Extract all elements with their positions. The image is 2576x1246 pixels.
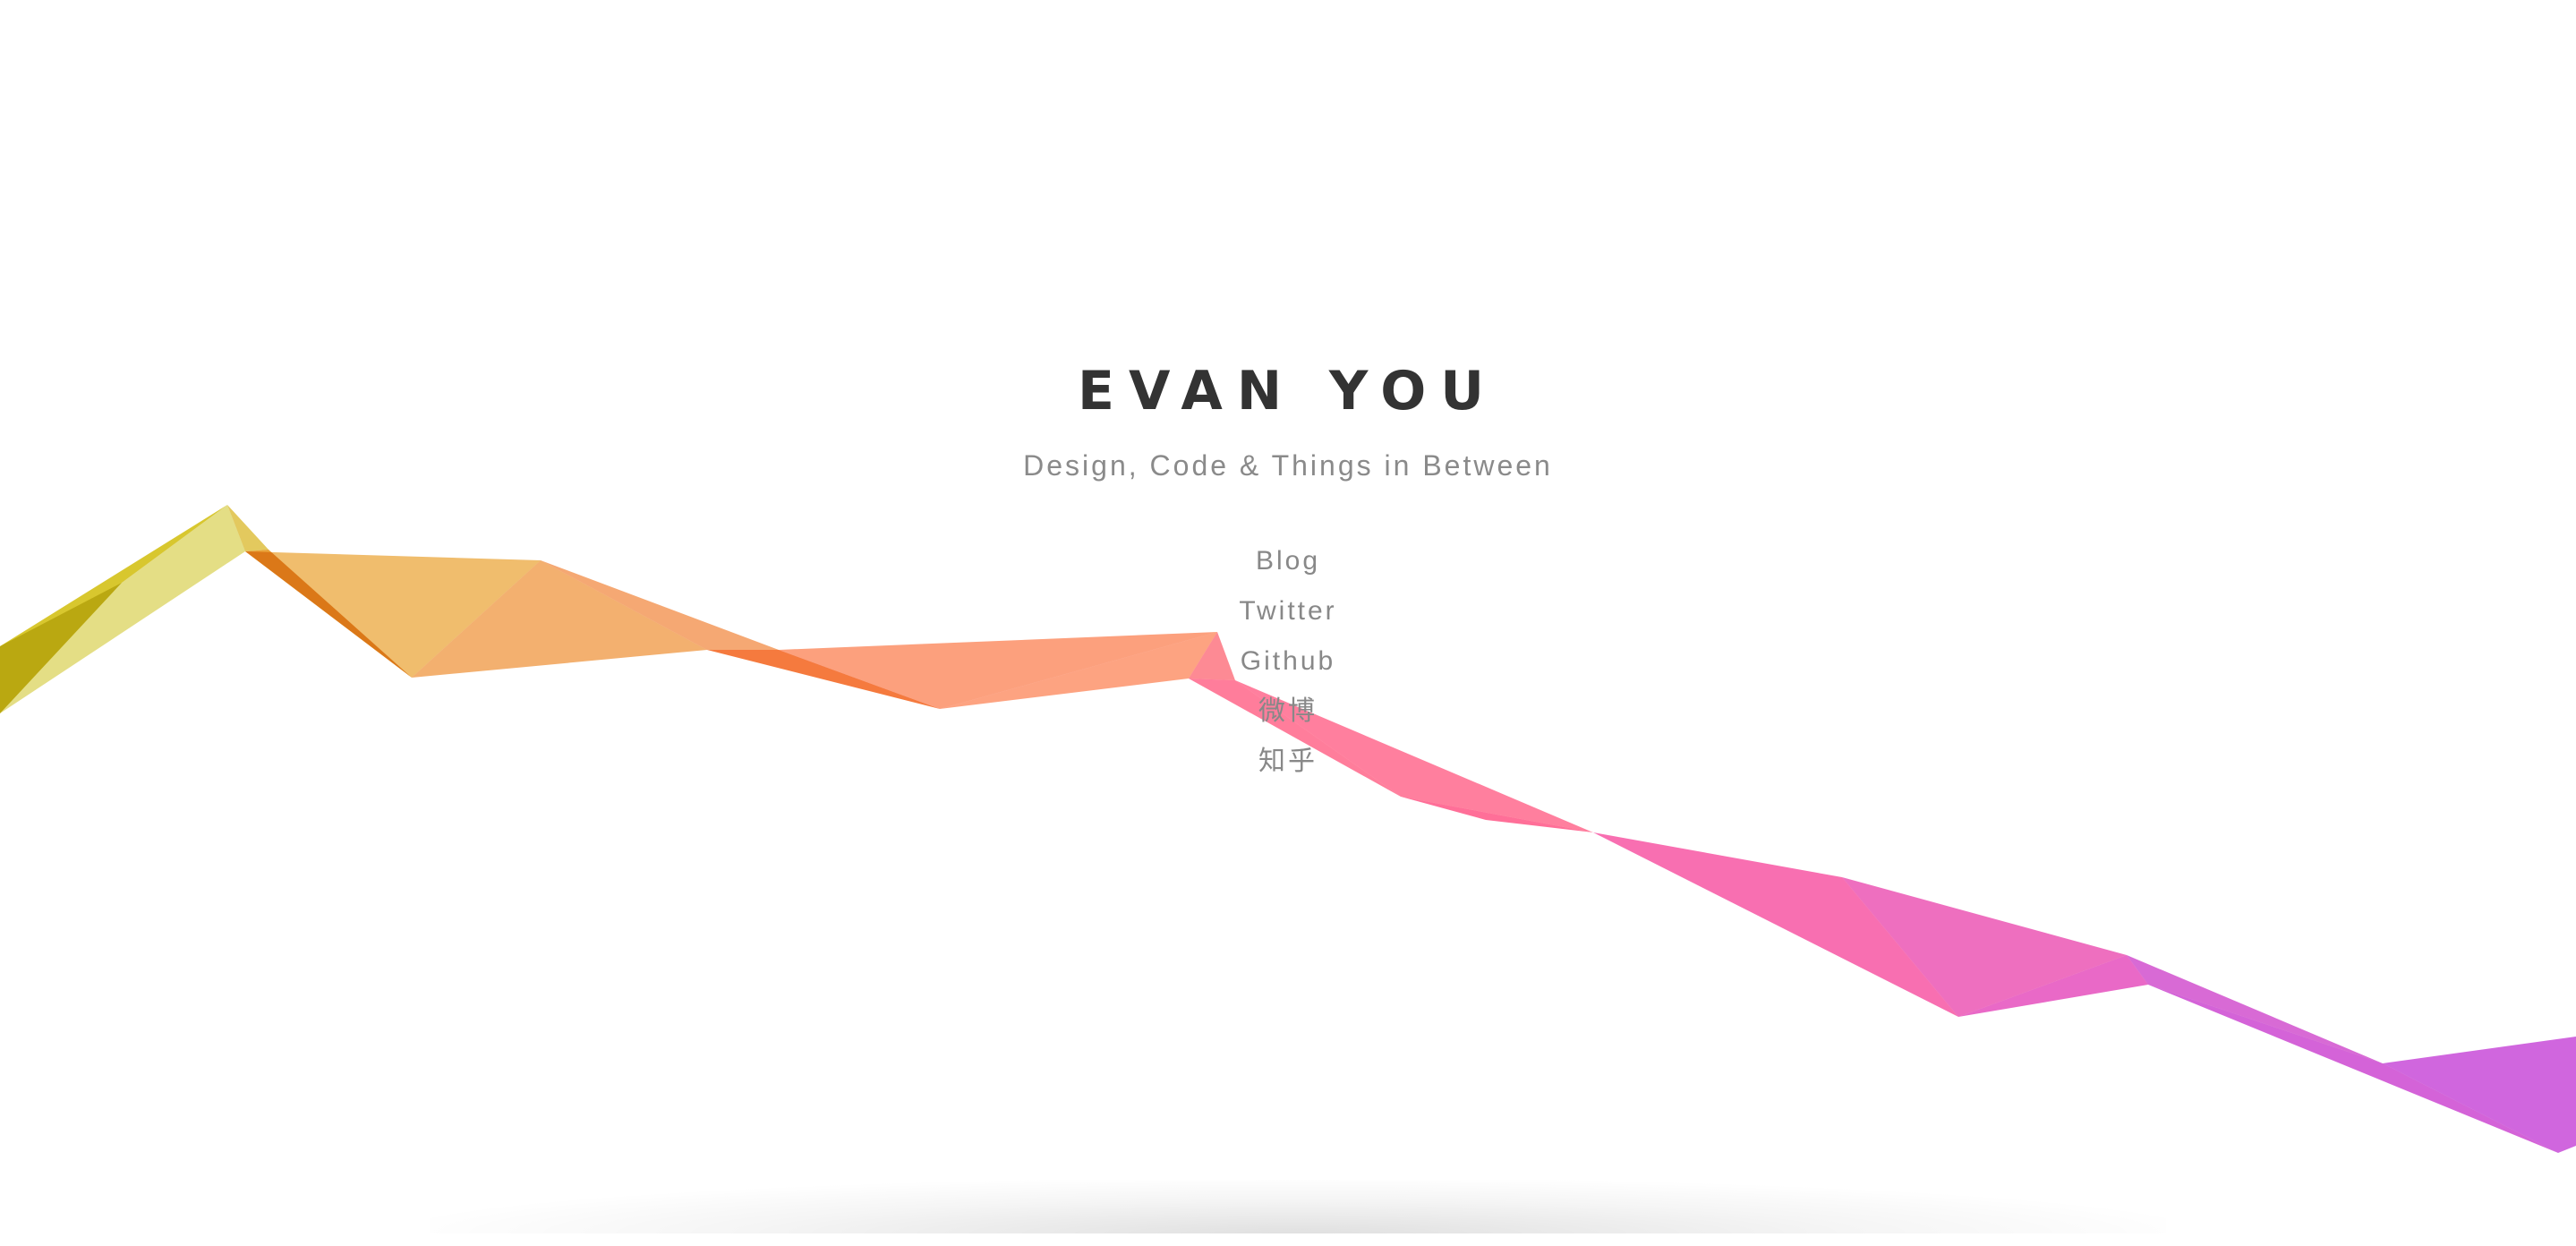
social-links-nav: Blog Twitter Github 微博 知乎: [0, 541, 2576, 791]
nav-item-github: Github: [0, 641, 2576, 691]
blog-link[interactable]: Blog: [1256, 541, 1320, 582]
github-link[interactable]: Github: [1241, 641, 1335, 682]
twitter-link[interactable]: Twitter: [1239, 591, 1336, 632]
page: EVAN YOU Design, Code & Things in Betwee…: [0, 0, 2576, 1246]
site-title: EVAN YOU: [1078, 360, 1498, 422]
nav-item-twitter: Twitter: [0, 591, 2576, 641]
site-tagline: Design, Code & Things in Between: [1023, 449, 1553, 482]
zhihu-link[interactable]: 知乎: [1258, 741, 1318, 782]
main-content: EVAN YOU Design, Code & Things in Betwee…: [0, 0, 2576, 1246]
weibo-link[interactable]: 微博: [1258, 691, 1318, 732]
nav-item-blog: Blog: [0, 541, 2576, 591]
nav-item-weibo: 微博: [0, 691, 2576, 741]
nav-item-zhihu: 知乎: [0, 741, 2576, 791]
